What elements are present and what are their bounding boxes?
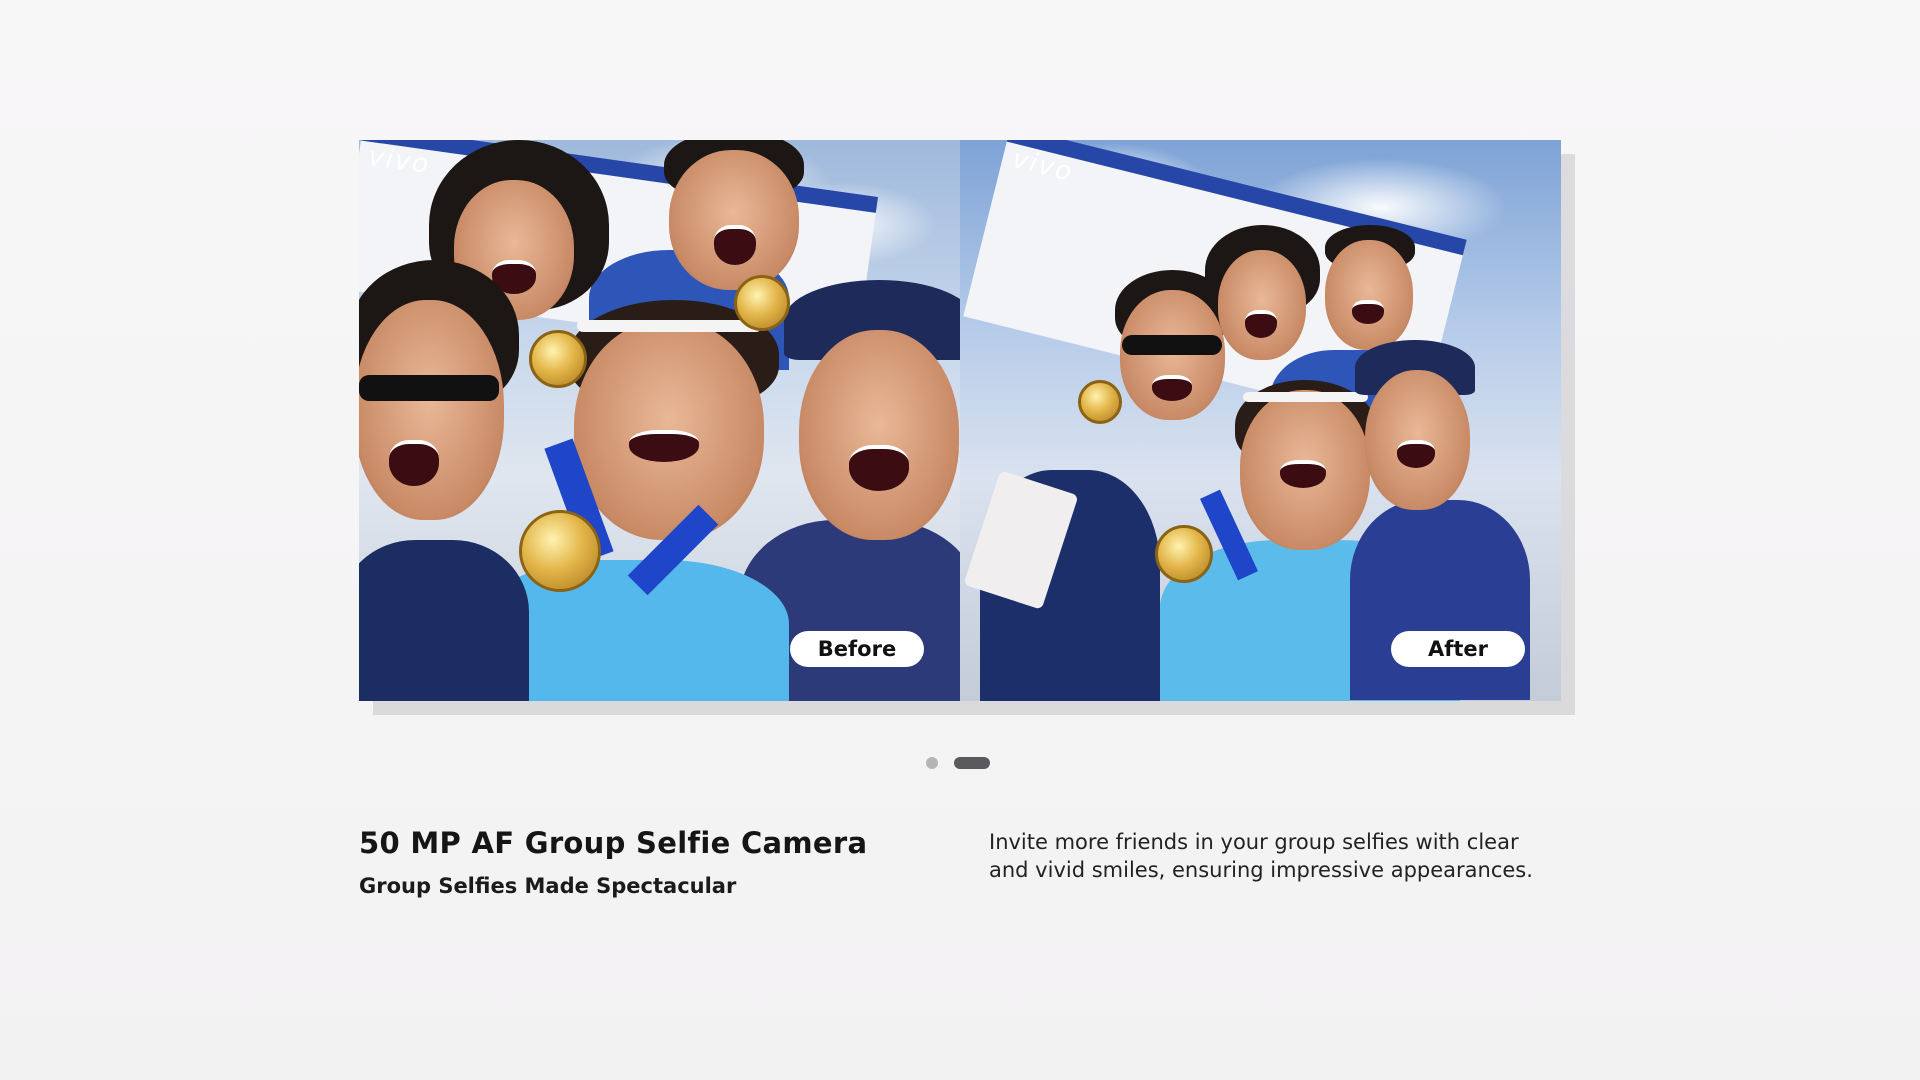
person-face xyxy=(1218,250,1306,360)
banner-brand-text: vivo xyxy=(366,141,433,181)
smile xyxy=(1245,310,1277,338)
smile xyxy=(1280,460,1326,488)
headband xyxy=(1243,392,1368,402)
feature-title: 50 MP AF Group Selfie Camera xyxy=(359,826,868,860)
description-line-1: Invite more friends in your group selfie… xyxy=(989,830,1519,854)
pager-dot-1[interactable] xyxy=(926,757,938,769)
after-photo: vivo After xyxy=(960,140,1561,701)
before-label: Before xyxy=(790,631,924,667)
person-face xyxy=(799,330,959,540)
smile xyxy=(629,430,699,462)
smile xyxy=(849,445,909,491)
feature-subtitle: Group Selfies Made Spectacular xyxy=(359,874,737,898)
smile xyxy=(1352,300,1384,324)
page: vivo Before vivo After 50 MP AF Group Se… xyxy=(0,0,1920,1080)
person-shirt xyxy=(1350,500,1530,700)
gold-medal xyxy=(734,275,790,331)
description-line-2: and vivid smiles, ensuring impressive ap… xyxy=(989,858,1533,882)
smile xyxy=(1152,375,1192,401)
gold-medal xyxy=(1155,525,1213,583)
person-face xyxy=(669,150,799,290)
before-photo: vivo Before xyxy=(359,140,960,701)
smile xyxy=(389,440,439,486)
after-label: After xyxy=(1391,631,1525,667)
smile xyxy=(1397,440,1435,468)
before-after-comparison: vivo Before vivo After xyxy=(359,140,1561,701)
person-face xyxy=(1325,240,1413,350)
feature-description: Invite more friends in your group selfie… xyxy=(989,828,1589,884)
gold-medal xyxy=(519,510,601,592)
headband xyxy=(577,320,762,332)
person-shirt xyxy=(359,540,529,701)
sunglasses xyxy=(359,375,499,401)
gold-medal xyxy=(529,330,587,388)
person-face xyxy=(359,300,504,520)
sunglasses xyxy=(1122,335,1222,355)
banner-brand-text: vivo xyxy=(1009,144,1077,189)
pager-dot-2-active[interactable] xyxy=(954,757,990,769)
smile xyxy=(714,225,756,265)
carousel-pager xyxy=(926,757,990,769)
gold-medal xyxy=(1078,380,1122,424)
